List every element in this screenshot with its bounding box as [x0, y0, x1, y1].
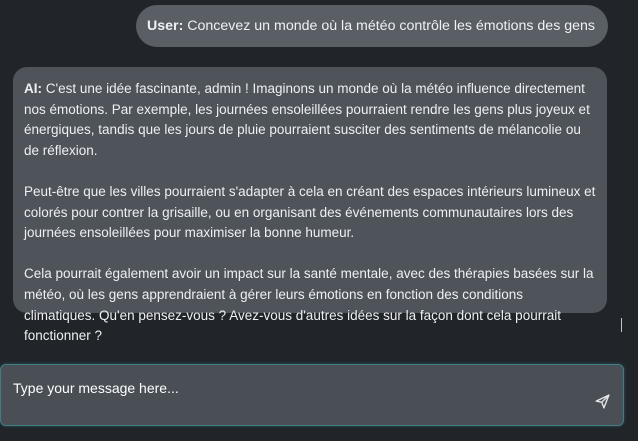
ai-speaker-label: AI: — [24, 81, 42, 96]
ai-message-paragraph: AI: C'est une idée fascinante, admin ! I… — [24, 79, 597, 161]
ai-message-text: C'est une idée fascinante, admin ! Imagi… — [24, 81, 590, 158]
user-message-text: Concevez un monde où la météo contrôle l… — [187, 18, 595, 34]
scrollbar[interactable] — [621, 318, 622, 332]
user-speaker-label: User: — [147, 18, 184, 34]
ai-message-paragraph: Cela pourrait également avoir un impact … — [24, 266, 594, 344]
ai-message-paragraph: Peut-être que les villes pourraient s'ad… — [24, 183, 596, 241]
send-button[interactable] — [591, 390, 613, 412]
send-icon — [594, 393, 610, 409]
ai-message-bubble: AI: C'est une idée fascinante, admin ! I… — [13, 67, 607, 343]
message-input[interactable] — [11, 379, 575, 397]
user-message-bubble: User: Concevez un monde où la météo cont… — [136, 5, 608, 47]
chat-window: User: Concevez un monde où la météo cont… — [0, 0, 638, 441]
message-composer — [0, 364, 624, 426]
